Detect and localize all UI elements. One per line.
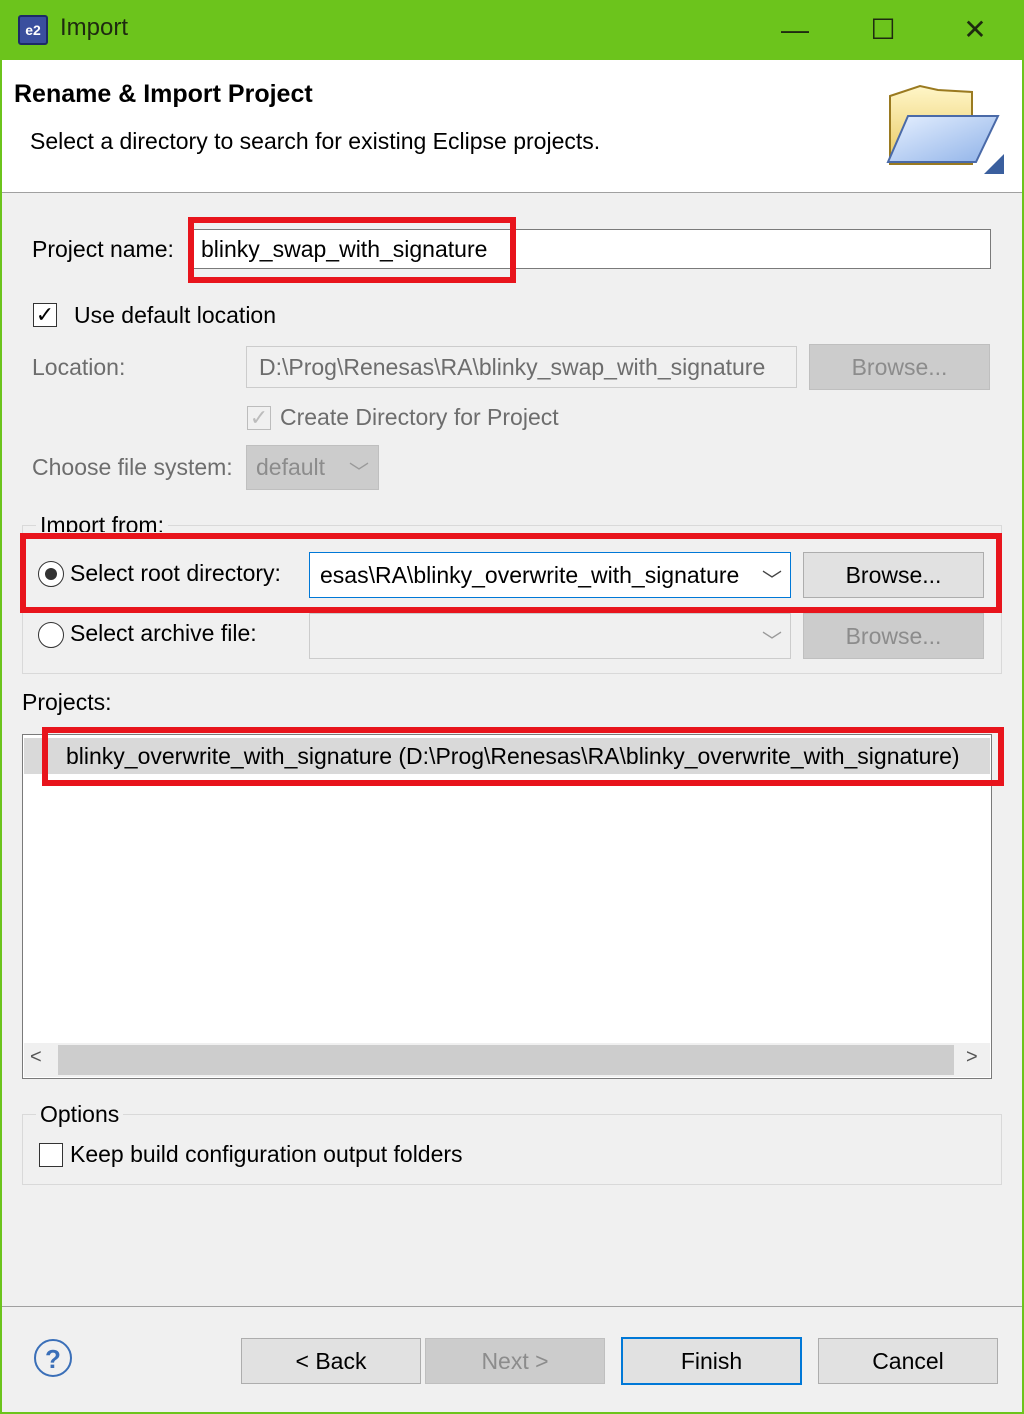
archive-file-browse-button[interactable]: Browse... (803, 613, 984, 659)
create-directory-label: Create Directory for Project (280, 404, 559, 430)
location-label: Location: (32, 354, 126, 380)
wizard-description: Select a directory to search for existin… (30, 128, 601, 154)
project-name-highlight (188, 217, 516, 283)
options-label: Options (36, 1101, 124, 1128)
cancel-button[interactable]: Cancel (818, 1338, 998, 1384)
location-value: D:\Prog\Renesas\RA\blinky_swap_with_sign… (259, 354, 766, 380)
use-default-location-label[interactable]: Use default location (74, 302, 276, 329)
scroll-left-icon[interactable]: < (30, 1046, 42, 1069)
minimize-button[interactable]: — (772, 10, 818, 50)
chevron-down-icon: ﹀ (349, 462, 369, 484)
keep-build-label[interactable]: Keep build configuration output folders (70, 1141, 463, 1168)
window-title: Import (60, 14, 129, 41)
file-system-value: default (256, 454, 326, 480)
root-directory-highlight (20, 533, 1002, 613)
project-item-highlight (42, 727, 1004, 786)
maximize-button[interactable]: ☐ (860, 10, 906, 50)
project-name-label: Project name: (32, 236, 174, 262)
maximize-icon: ☐ (870, 14, 896, 45)
scrollbar-thumb[interactable] (58, 1045, 954, 1075)
next-button[interactable]: Next > (425, 1338, 605, 1384)
archive-file-radio[interactable] (38, 622, 64, 648)
close-icon: ✕ (963, 14, 987, 45)
folder-icon (880, 78, 1010, 186)
finish-button[interactable]: Finish (621, 1337, 802, 1385)
create-directory-checkbox[interactable]: ✓ (247, 406, 271, 430)
chevron-down-icon: ﹀ (762, 631, 782, 653)
back-button[interactable]: < Back (241, 1338, 421, 1384)
location-browse-button[interactable]: Browse... (809, 344, 990, 390)
file-system-select[interactable]: default ﹀ (246, 445, 379, 490)
app-icon: e2 (18, 15, 48, 45)
minimize-icon: — (781, 14, 809, 45)
use-default-location-checkbox[interactable]: ✓ (33, 303, 57, 327)
archive-file-label[interactable]: Select archive file: (70, 620, 257, 647)
keep-build-checkbox[interactable] (39, 1143, 63, 1167)
file-system-label: Choose file system: (32, 454, 233, 480)
archive-file-combo[interactable]: ﹀ (309, 613, 791, 659)
scroll-right-icon[interactable]: > (966, 1046, 978, 1069)
footer-divider (2, 1306, 1022, 1307)
location-input[interactable]: D:\Prog\Renesas\RA\blinky_swap_with_sign… (246, 346, 797, 388)
help-icon[interactable]: ? (34, 1339, 72, 1377)
import-from-label: Import from: (36, 512, 168, 532)
close-button[interactable]: ✕ (952, 10, 998, 50)
projects-label: Projects: (22, 689, 112, 715)
wizard-title: Rename & Import Project (14, 80, 313, 108)
